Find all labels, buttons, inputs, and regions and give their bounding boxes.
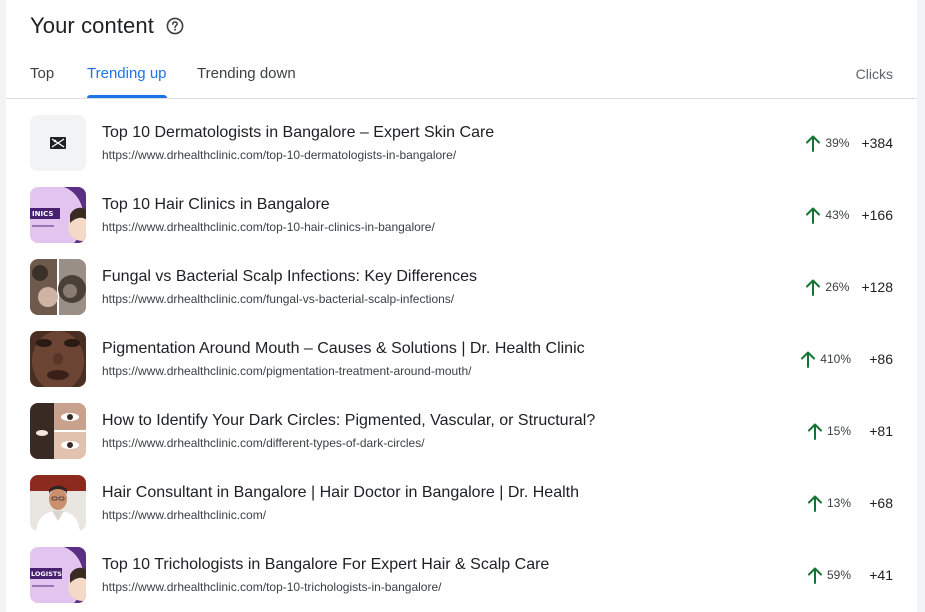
content-tabs: Top Trending up Trending down Clicks bbox=[6, 58, 917, 99]
row-metric: 410% +86 bbox=[800, 349, 893, 369]
change-percent: 43% bbox=[825, 208, 850, 222]
row-title: Top 10 Trichologists in Bangalore For Ex… bbox=[102, 556, 550, 573]
change-percent: 410% bbox=[820, 352, 851, 366]
list-item[interactable]: How to Identify Your Dark Circles: Pigme… bbox=[6, 395, 917, 467]
change-percent: 39% bbox=[825, 136, 850, 150]
row-title: How to Identify Your Dark Circles: Pigme… bbox=[102, 412, 596, 429]
row-url[interactable]: https://www.drhealthclinic.com/pigmentat… bbox=[102, 364, 472, 378]
tab-trending-up[interactable]: Trending up bbox=[87, 58, 167, 98]
arrow-up-icon bbox=[805, 134, 821, 152]
arrow-up-icon bbox=[807, 422, 823, 440]
list-item[interactable]: LOGISTS Top 10 Trichologists in Bangalor… bbox=[6, 539, 917, 611]
row-title: Hair Consultant in Bangalore | Hair Doct… bbox=[102, 484, 579, 501]
thumbnail-text: LOGISTS bbox=[31, 570, 62, 578]
eyes-photo-thumbnail bbox=[30, 403, 86, 459]
tab-top[interactable]: Top bbox=[30, 58, 54, 98]
row-metric: 15% +81 bbox=[807, 421, 893, 441]
row-url[interactable]: https://www.drhealthclinic.com/top-10-de… bbox=[102, 148, 456, 162]
row-url[interactable]: https://www.drhealthclinic.com/fungal-vs… bbox=[102, 292, 454, 306]
thumbnail-text: INICS bbox=[32, 210, 53, 218]
tab-trending-down[interactable]: Trending down bbox=[197, 58, 296, 98]
row-title: Pigmentation Around Mouth – Causes & Sol… bbox=[102, 340, 585, 357]
arrow-up-icon bbox=[807, 566, 823, 584]
row-title: Top 10 Dermatologists in Bangalore – Exp… bbox=[102, 124, 495, 141]
face-photo-thumbnail bbox=[30, 331, 86, 387]
change-percent: 26% bbox=[825, 280, 850, 294]
doctor-photo-thumbnail bbox=[30, 475, 86, 531]
row-url[interactable]: https://www.drhealthclinic.com/top-10-ha… bbox=[102, 220, 435, 234]
list-item[interactable]: Fungal vs Bacterial Scalp Infections: Ke… bbox=[6, 251, 917, 323]
row-metric: 26% +128 bbox=[805, 277, 893, 297]
clicks-delta: +81 bbox=[869, 423, 893, 439]
row-metric: 13% +68 bbox=[807, 493, 893, 513]
row-metric: 59% +41 bbox=[807, 565, 893, 585]
arrow-up-icon bbox=[805, 206, 821, 224]
clicks-delta: +128 bbox=[861, 279, 893, 295]
arrow-up-icon bbox=[800, 350, 816, 368]
clicks-delta: +86 bbox=[869, 351, 893, 367]
list-item[interactable]: Pigmentation Around Mouth – Causes & Sol… bbox=[6, 323, 917, 395]
card-header: Your content bbox=[30, 12, 184, 40]
clicks-delta: +41 bbox=[869, 567, 893, 583]
scalp-photo-thumbnail bbox=[30, 259, 86, 315]
purple-banner-thumbnail: INICS bbox=[30, 187, 86, 243]
your-content-card: Your content Top Trending up Trending do… bbox=[6, 0, 917, 612]
row-url[interactable]: https://www.drhealthclinic.com/different… bbox=[102, 436, 425, 450]
row-title: Fungal vs Bacterial Scalp Infections: Ke… bbox=[102, 268, 477, 285]
row-url[interactable]: https://www.drhealthclinic.com/ bbox=[102, 508, 266, 522]
row-url[interactable]: https://www.drhealthclinic.com/top-10-tr… bbox=[102, 580, 442, 594]
help-circle-icon[interactable] bbox=[166, 17, 184, 35]
row-title: Top 10 Hair Clinics in Bangalore bbox=[102, 196, 330, 213]
change-percent: 59% bbox=[826, 568, 851, 582]
content-list: Top 10 Dermatologists in Bangalore – Exp… bbox=[6, 107, 917, 611]
change-percent: 13% bbox=[826, 496, 851, 510]
clicks-delta: +166 bbox=[861, 207, 893, 223]
row-metric: 39% +384 bbox=[805, 133, 893, 153]
row-metric: 43% +166 bbox=[805, 205, 893, 225]
clicks-delta: +384 bbox=[861, 135, 893, 151]
list-item[interactable]: INICS Top 10 Hair Clinics in Bangalore h… bbox=[6, 179, 917, 251]
clicks-column-header: Clicks bbox=[855, 66, 893, 82]
list-item[interactable]: Top 10 Dermatologists in Bangalore – Exp… bbox=[6, 107, 917, 179]
page-title: Your content bbox=[30, 13, 154, 38]
arrow-up-icon bbox=[807, 494, 823, 512]
placeholder-icon bbox=[30, 115, 86, 171]
clicks-delta: +68 bbox=[869, 495, 893, 511]
change-percent: 15% bbox=[826, 424, 851, 438]
list-item[interactable]: Hair Consultant in Bangalore | Hair Doct… bbox=[6, 467, 917, 539]
purple-banner-thumbnail: LOGISTS bbox=[30, 547, 86, 603]
arrow-up-icon bbox=[805, 278, 821, 296]
